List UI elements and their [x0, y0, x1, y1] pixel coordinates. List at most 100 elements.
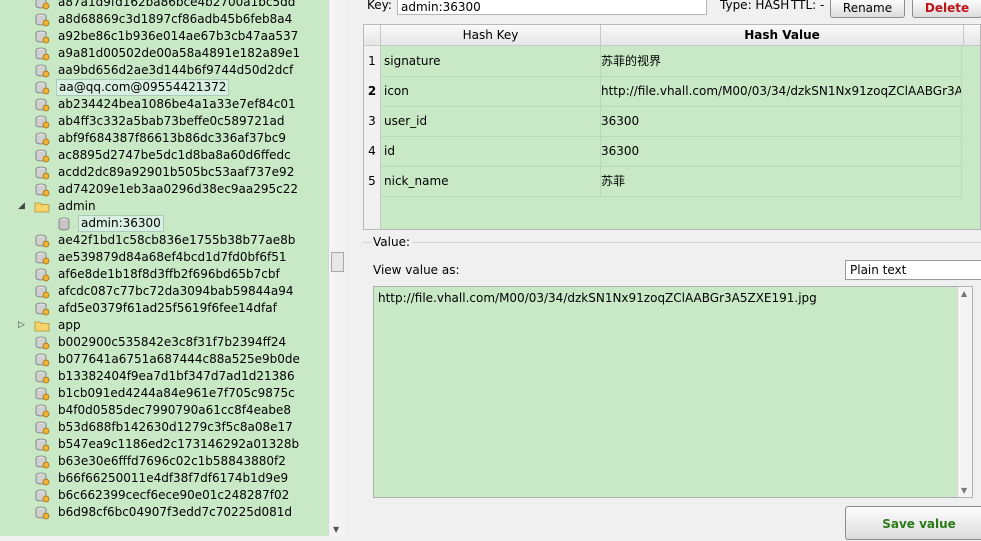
table-row[interactable]: 4 id 36300: [364, 136, 964, 167]
value-textarea[interactable]: http://file.vhall.com/M00/03/34/dzkSN1Nx…: [373, 286, 973, 498]
hash-key-cell[interactable]: icon: [381, 76, 601, 107]
db-key-icon: [34, 471, 50, 487]
db-key-icon: [34, 114, 50, 130]
scroll-down-icon[interactable]: ▼: [333, 525, 339, 534]
db-key-icon: [34, 403, 50, 419]
db-key-icon: [34, 437, 50, 453]
tree-item-label: a87a1d9fd162ba86bce4b2700a1bc5dd: [58, 0, 296, 9]
db-key-icon: [34, 63, 50, 79]
db-key-icon: [34, 386, 50, 402]
tree-item-label: b6c662399cecf6ece90e01c248287f02: [58, 488, 290, 502]
expanded-arrow-icon[interactable]: ◢: [18, 198, 28, 215]
hash-table[interactable]: Hash Key Hash Value 1 signature 苏菲的视界 2 icon…: [363, 24, 981, 230]
tree-item-label: aa@qq.com@09554421372: [56, 79, 230, 96]
delete-button[interactable]: Delete: [912, 0, 981, 18]
hash-key-cell[interactable]: signature: [381, 46, 601, 77]
key-name-input[interactable]: [397, 0, 707, 15]
tree-item-label: admin: [58, 199, 96, 213]
db-key-icon: [34, 97, 50, 113]
tree-item-label: a9a81d00502de00a58a4891e182a89e1: [58, 46, 301, 60]
hash-value-cell[interactable]: 苏菲: [601, 166, 962, 197]
row-number: 3: [364, 106, 381, 137]
key-label: Key:: [367, 0, 392, 12]
format-select[interactable]: Plain text ▼: [845, 260, 981, 280]
db-key-icon: [34, 420, 50, 436]
db-key-icon: [34, 165, 50, 181]
table-row[interactable]: 2 icon http://file.vhall.com/M00/03/34/dzk…: [364, 76, 964, 107]
scrollbar-thumb[interactable]: [331, 252, 344, 272]
db-key-icon: [34, 29, 50, 45]
hash-key-cell[interactable]: nick_name: [381, 166, 601, 197]
tree-item-label: a92be86c1b936e014ae67b3cb47aa537: [58, 29, 299, 43]
tree-item-label: b63e30e6fffd7696c02c1b58843880f2: [58, 454, 286, 468]
tree-item-label: b002900c535842e3c8f31f7b2394ff24: [58, 335, 287, 349]
save-value-button[interactable]: Save value: [845, 506, 981, 540]
tree-item-label: abf9f684387f86613b86dc336af37bc9: [58, 131, 286, 145]
hash-value-cell[interactable]: 36300: [601, 106, 962, 137]
table-row[interactable]: 5 nick_name 苏菲: [364, 166, 964, 197]
format-selected: Plain text: [850, 263, 907, 277]
tree-item-label: ac8895d2747be5dc1d8ba8a60d6ffedc: [58, 148, 291, 162]
row-number: 5: [364, 166, 381, 197]
hash-value-cell[interactable]: http://file.vhall.com/M00/03/34/dzkSN1Nx…: [601, 76, 962, 107]
scroll-down-icon[interactable]: ▼: [961, 486, 967, 495]
tree-item-label: afcdc087c77bc72da3094bab59844a94: [58, 284, 294, 298]
db-key-icon: [34, 284, 50, 300]
value-text: http://file.vhall.com/M00/03/34/dzkSN1Nx…: [378, 291, 817, 305]
db-key-icon: [34, 0, 50, 11]
value-scrollbar[interactable]: ▲ ▼: [957, 287, 972, 497]
tree-item-label: afd5e0379f61ad25f5619f6fee14dfaf: [58, 301, 277, 315]
hash-value-cell[interactable]: 36300: [601, 136, 962, 167]
db-key-icon: [34, 233, 50, 249]
ttl-label: TTL: -: [791, 0, 825, 12]
db-key-icon: [34, 148, 50, 164]
scroll-up-icon[interactable]: ▲: [961, 289, 967, 298]
type-label: Type: HASH: [720, 0, 790, 12]
db-key-icon: [34, 12, 50, 28]
tree-item-label: b53d688fb142630d1279c3f5c8a08e17: [58, 420, 293, 434]
db-key-icon: [34, 182, 50, 198]
tree-item-label: ab4ff3c332a5bab73beffe0c589721ad: [58, 114, 285, 128]
rename-button[interactable]: Rename: [830, 0, 905, 18]
value-legend: Value:: [371, 235, 412, 249]
hash-value-cell[interactable]: 苏菲的视界: [601, 46, 962, 77]
tree-item-label: ab234424bea1086be4a1a33e7ef84c01: [58, 97, 296, 111]
hash-key-cell[interactable]: user_id: [381, 106, 601, 137]
tree-item-label: aa9bd656d2ae3d144b6f9744d50d2dcf: [58, 63, 294, 77]
column-header-hash-key[interactable]: Hash Key: [381, 25, 601, 46]
tree-item-label: ad74209e1eb3aa0296d38ec9aa295c22: [58, 182, 299, 196]
folder-icon: [34, 199, 50, 215]
key-tree[interactable]: a87a1d9fd162ba86bce4b2700a1bc5dd a8d68869…: [0, 0, 328, 536]
db-key-icon: [34, 352, 50, 368]
db-key-icon: [34, 505, 50, 521]
table-row[interactable]: 1 signature 苏菲的视界: [364, 46, 964, 77]
folder-icon: [34, 318, 50, 334]
db-key-icon: [34, 46, 50, 62]
collapsed-arrow-icon[interactable]: ▷: [18, 317, 28, 334]
db-key-icon: [34, 335, 50, 351]
view-as-label: View value as:: [373, 263, 460, 277]
row-number: 1: [364, 46, 381, 77]
db-key-icon: [34, 301, 50, 317]
tree-item-label: admin:36300: [78, 215, 164, 232]
column-header-hash-value[interactable]: Hash Value: [601, 25, 964, 46]
tree-item-label: af6e8de1b18f8d3ffb2f696bd65b7cbf: [58, 267, 280, 281]
db-key-icon: [34, 131, 50, 147]
tree-item-label: b6d98cf6bc04907f3edd7c70225d081d: [58, 505, 293, 519]
tree-scrollbar[interactable]: ▼: [328, 0, 345, 536]
column-header-filler: [964, 25, 980, 46]
db-key-icon: [34, 454, 50, 470]
db-key-icon: [34, 488, 50, 504]
tree-item-label: b66f66250011e4df38f7df6174b1d9e9: [58, 471, 289, 485]
tree-item-label: ae539879d84a68ef4bcd1d7fd0bf6f51: [58, 250, 287, 264]
tree-item-label: b13382404f9ea7d1bf347d7ad1d21386: [58, 369, 295, 383]
hash-key-cell[interactable]: id: [381, 136, 601, 167]
tree-item-label: a8d68869c3d1897cf86adb45b6feb8a4: [58, 12, 293, 26]
db-key-icon: [34, 250, 50, 266]
db-key-icon: [34, 369, 50, 385]
tree-item-label: ae42f1bd1c58cb836e1755b38b77ae8b: [58, 233, 296, 247]
row-number: 2: [364, 76, 381, 107]
value-groupbox: Value: View value as: Plain text ▼ http:…: [363, 235, 981, 540]
table-row[interactable]: 3 user_id 36300: [364, 106, 964, 137]
tree-item-label: app: [58, 318, 81, 332]
